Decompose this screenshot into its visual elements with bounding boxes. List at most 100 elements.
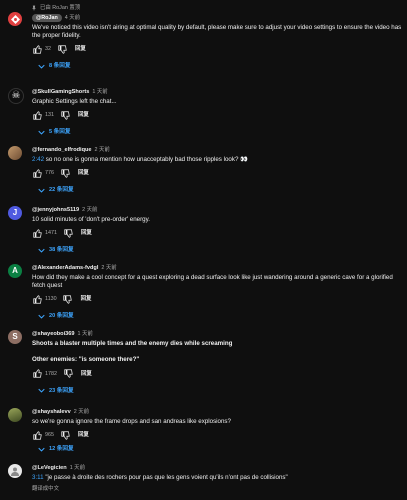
avatar[interactable] [8, 12, 22, 26]
timestamp-link[interactable]: 2:42 [32, 156, 44, 163]
thumbs-up-icon [32, 294, 42, 304]
thumbs-down-icon[interactable] [63, 369, 73, 379]
pinned-label: 已由 RoJan 置顶 [31, 4, 407, 12]
thumbs-down-icon[interactable] [63, 228, 73, 238]
avatar[interactable] [8, 146, 22, 160]
chevron-down-icon [38, 64, 45, 69]
comment-author[interactable]: @AlexanderAdams-fvdgl [32, 264, 98, 272]
avatar[interactable]: S [8, 330, 22, 344]
thumbs-down-icon[interactable] [57, 44, 67, 54]
avatar[interactable]: A [8, 264, 22, 278]
comment-actions: 131 回复 [32, 109, 407, 121]
comment-author[interactable]: @fernando_elfrodique [32, 146, 92, 154]
chevron-down-icon [38, 447, 45, 452]
comment-time[interactable]: 1 天前 [77, 330, 92, 338]
like-count: 1471 [45, 230, 57, 237]
comment-time[interactable]: 1 天前 [70, 464, 85, 472]
comment-author[interactable]: @LeVegicien [32, 464, 67, 472]
view-replies-button[interactable]: 20 条回复 [38, 311, 407, 321]
thumbs-up-icon [32, 430, 42, 440]
like-button[interactable]: 131 [32, 110, 54, 120]
chevron-down-icon [38, 248, 45, 253]
like-button[interactable]: 1130 [32, 294, 57, 304]
chevron-down-icon [38, 314, 45, 319]
avatar[interactable] [8, 464, 22, 478]
comment-text: Shoots a blaster multiple times and the … [32, 340, 233, 364]
chevron-down-icon [38, 130, 45, 135]
comment-actions: 965 回复 [32, 429, 407, 441]
translate-link[interactable]: 翻译成中文 [32, 485, 407, 493]
reply-button[interactable]: 回复 [81, 370, 92, 378]
thumbs-down-icon[interactable] [60, 110, 70, 120]
view-replies-button[interactable]: 5 条回复 [38, 127, 407, 137]
comment-time[interactable]: 2 天前 [95, 146, 110, 154]
thumbs-down-icon[interactable] [60, 430, 70, 440]
comment-time[interactable]: 1 天前 [92, 88, 107, 96]
channel-logo-icon [10, 14, 20, 24]
like-button[interactable]: 776 [32, 168, 54, 178]
reply-button[interactable]: 回复 [78, 169, 89, 177]
skull-icon: ☠ [11, 90, 21, 101]
chevron-down-icon [38, 388, 45, 393]
like-button[interactable]: 965 [32, 430, 54, 440]
like-button[interactable]: 1471 [32, 228, 57, 238]
chevron-down-icon [38, 188, 45, 193]
avatar[interactable] [8, 408, 22, 422]
reply-button[interactable]: 回复 [75, 45, 86, 53]
reply-button[interactable]: 回复 [81, 229, 92, 237]
comment-actions: 1782 回复 [32, 368, 407, 380]
avatar[interactable]: ☠ [8, 88, 24, 104]
like-count: 1130 [45, 296, 57, 303]
thumbs-up-icon [32, 168, 42, 178]
view-replies-button[interactable]: 12 条回复 [38, 444, 407, 454]
pinned-text: 已由 RoJan 置顶 [40, 5, 81, 11]
like-button[interactable]: 1782 [32, 369, 57, 379]
replies-count: 38 条回复 [49, 247, 74, 254]
comment-time[interactable]: 2 天前 [74, 408, 89, 416]
view-replies-button[interactable]: 23 条回复 [38, 386, 407, 396]
thumbs-up-icon [32, 44, 42, 54]
comment-time[interactable]: 2 天前 [101, 264, 116, 272]
thumbs-up-icon [32, 369, 42, 379]
comment-author[interactable]: @shayeoboi369 [32, 330, 74, 338]
reply-button[interactable]: 回复 [81, 295, 92, 303]
thumbs-down-icon[interactable] [63, 294, 73, 304]
like-button[interactable]: 32 [32, 44, 51, 54]
comment-actions: 776 回复 [32, 167, 407, 179]
comment-text-body: "je passe à droite des rochers pour pas … [43, 474, 288, 481]
replies-count: 5 条回复 [49, 129, 71, 136]
reply-button[interactable]: 回复 [78, 431, 89, 439]
comment-author[interactable]: @SkullGamingShorts [32, 88, 89, 96]
thumbs-up-icon [32, 110, 42, 120]
comment-actions: 1130 回复 [32, 293, 407, 305]
comment-time[interactable]: 2 天前 [82, 206, 97, 214]
view-replies-button[interactable]: 22 条回复 [38, 185, 407, 195]
comment-text: so we're gonna ignore the frame drops an… [32, 418, 231, 425]
view-replies-button[interactable]: 8 条回复 [38, 61, 407, 71]
like-count: 776 [45, 170, 54, 177]
replies-count: 8 条回复 [49, 63, 71, 70]
comment-text: 2:42 so no one is gonna mention how unac… [32, 156, 407, 164]
like-count: 1782 [45, 370, 57, 377]
comment-text: How did they make a cool concept for a q… [32, 274, 395, 290]
comment-actions: 1471 回复 [32, 227, 407, 239]
thumbs-up-icon [32, 228, 42, 238]
replies-count: 20 条回复 [49, 313, 74, 320]
avatar[interactable]: J [8, 206, 22, 220]
like-count: 965 [45, 432, 54, 439]
pin-icon [32, 5, 36, 11]
avatar-letter: A [12, 266, 18, 275]
view-replies-button[interactable]: 38 条回复 [38, 245, 407, 255]
user-silhouette-icon [11, 467, 19, 476]
reply-button[interactable]: 回复 [78, 111, 89, 119]
comment-time[interactable]: 4 天前 [65, 14, 80, 22]
avatar-letter: S [12, 332, 18, 341]
comment-author[interactable]: @shayshalevv [32, 408, 71, 416]
comment-author[interactable]: @jennyjohns5119 [32, 206, 79, 214]
comment-text: 10 solid minutes of 'don't pre-order' en… [32, 216, 150, 223]
thumbs-down-icon[interactable] [60, 168, 70, 178]
owner-badge-author[interactable]: @RoJan [32, 14, 62, 22]
timestamp-link[interactable]: 3:11 [32, 474, 44, 481]
replies-count: 22 条回复 [49, 187, 74, 194]
replies-count: 23 条回复 [49, 387, 74, 394]
